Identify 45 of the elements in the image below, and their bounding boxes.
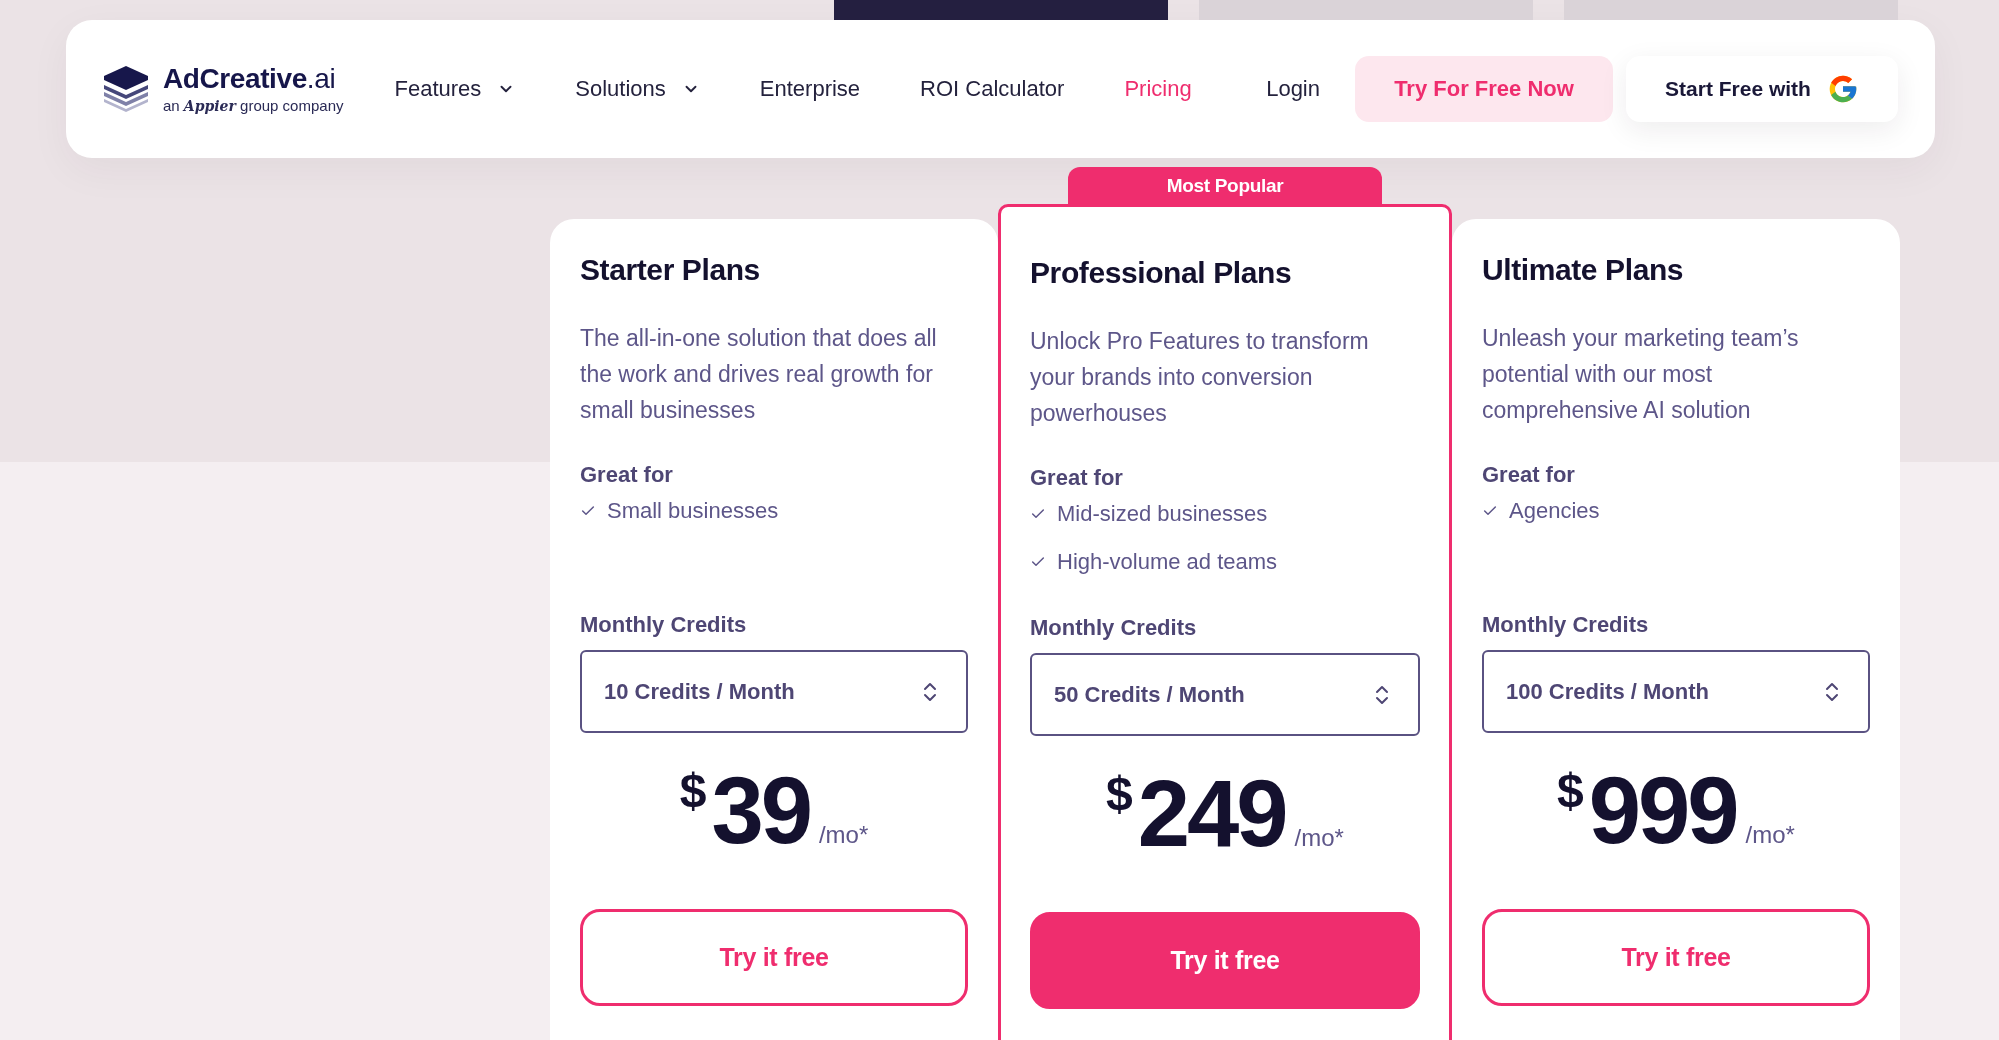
feature-item: Agencies [1509, 497, 1600, 525]
plan-title: Starter Plans [580, 252, 760, 288]
feature-item: High-volume ad teams [1057, 548, 1278, 576]
credits-select[interactable]: 50 Credits / Month [1030, 653, 1420, 736]
try-free-button[interactable]: Try it free [580, 909, 968, 1006]
credits-label: Monthly Credits [1030, 614, 1197, 642]
plan-description: The all-in-one solution that does all the work and drives real growth for small businesses [580, 324, 938, 425]
nav-link[interactable]: Solutions [575, 76, 700, 102]
price-period: /mo* [818, 823, 869, 847]
great-for-label: Great for [580, 461, 673, 489]
billing-option-tab[interactable] [1199, 0, 1533, 20]
try-free-button[interactable]: Try it free [1030, 912, 1420, 1009]
nav-link[interactable]: Enterprise [759, 76, 861, 102]
plan-description: Unlock Pro Features to transform your brands into conversion powerhouses [1030, 327, 1370, 428]
plan-title: Ultimate Plans [1482, 252, 1684, 288]
great-for-label: Great for [1482, 461, 1575, 489]
nav-link[interactable]: Pricing [1124, 76, 1192, 102]
login-link[interactable]: Login [1266, 76, 1320, 102]
currency-symbol: $ [1106, 770, 1133, 818]
start-free-button[interactable]: Start Free with [1626, 56, 1898, 122]
billing-option-tab[interactable] [1564, 0, 1898, 20]
credits-label: Monthly Credits [1482, 611, 1649, 639]
price-amount: 999 [1588, 764, 1737, 858]
great-for-label: Great for [1030, 464, 1123, 492]
price-amount: 249 [1137, 767, 1286, 861]
feature-item: Mid-sized businesses [1057, 500, 1268, 528]
credits-select[interactable]: 10 Credits / Month [580, 650, 968, 733]
most-popular-badge: Most Popular [1068, 167, 1382, 204]
credits-select[interactable]: 100 Credits / Month [1482, 650, 1870, 733]
logo-tagline: an Appier group company [163, 97, 344, 115]
nav-link[interactable]: ROI Calculator [920, 76, 1065, 102]
plan-description: Unleash your marketing team’s potential with our most comprehensive AI solution [1482, 324, 1800, 425]
nav-link[interactable]: Features [394, 76, 516, 102]
feature-item: Small businesses [607, 497, 779, 525]
billing-option-tab[interactable] [834, 0, 1168, 20]
stacked-layers-logo-icon [102, 66, 150, 112]
price-period: /mo* [1294, 826, 1344, 850]
try-free-button[interactable]: Try it free [1482, 909, 1870, 1006]
price-period: /mo* [1745, 823, 1795, 847]
credits-label: Monthly Credits [580, 611, 747, 639]
currency-symbol: $ [1557, 767, 1584, 815]
currency-symbol: $ [679, 767, 707, 815]
plan-title: Professional Plans [1030, 255, 1292, 291]
logo-wordmark: AdCreative.ai [163, 63, 337, 95]
price-amount: 39 [711, 764, 810, 858]
